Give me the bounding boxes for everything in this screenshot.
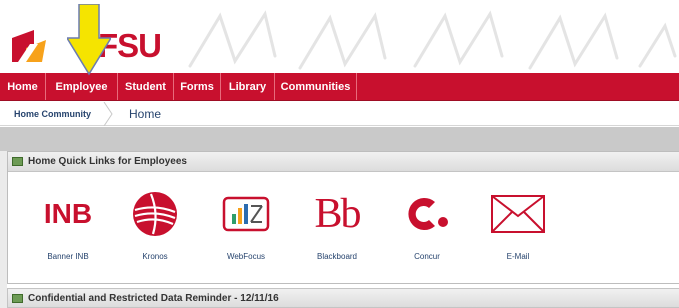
nav-employee[interactable]: Employee [46,73,118,100]
portlet-icon [12,157,23,166]
yellow-arrow-down-icon [67,4,111,76]
page: FSU Home Employee Student Forms Library … [0,0,679,308]
link-concur[interactable]: Concur [389,180,465,261]
main-nav-bar: Home Employee Student Forms Library Comm… [0,73,679,101]
kronos-icon [117,180,193,248]
link-label: Kronos [142,252,168,261]
link-label: E-Mail [506,252,530,261]
link-kronos[interactable]: Kronos [117,180,193,261]
nav-home[interactable]: Home [0,73,46,100]
portlet-title: Home Quick Links for Employees [28,156,187,167]
link-label: Banner INB [47,252,89,261]
data-reminder-portlet: Confidential and Restricted Data Reminde… [7,288,679,308]
email-icon [480,180,556,248]
portlet2-title: Confidential and Restricted Data Reminde… [28,292,279,304]
link-webfocus[interactable]: WebFocus [208,180,284,261]
quick-links-list: INB Banner INB Kronos WebFocus Bb Blackb… [8,172,679,284]
link-label: Blackboard [316,252,358,261]
nav-forms[interactable]: Forms [174,73,221,100]
breadcrumb-current: Home [129,106,162,121]
webfocus-icon [208,180,284,248]
link-label: WebFocus [226,252,266,261]
nav-student[interactable]: Student [118,73,174,100]
grey-divider [0,127,679,151]
left-gutter [0,151,7,308]
link-banner-inb[interactable]: INB Banner INB [30,180,106,261]
breadcrumb-separator-icon [103,101,113,126]
portlet-icon [12,293,23,303]
inb-icon: INB [43,198,93,229]
nav-library[interactable]: Library [221,73,275,100]
banner-watermark [188,10,677,70]
link-label: Concur [414,252,440,261]
blackboard-icon: Bb [314,191,361,237]
fsu-logo-icon [12,30,46,62]
nav-communities[interactable]: Communities [275,73,357,100]
breadcrumb: Home Community Home [0,101,679,126]
quick-links-portlet: Home Quick Links for Employees INB Banne… [7,151,679,284]
portlet-header: Home Quick Links for Employees [8,152,679,172]
concur-icon [389,180,465,248]
breadcrumb-home-community[interactable]: Home Community [0,102,103,126]
link-email[interactable]: E-Mail [480,180,556,261]
link-blackboard[interactable]: Bb Blackboard [299,180,375,261]
